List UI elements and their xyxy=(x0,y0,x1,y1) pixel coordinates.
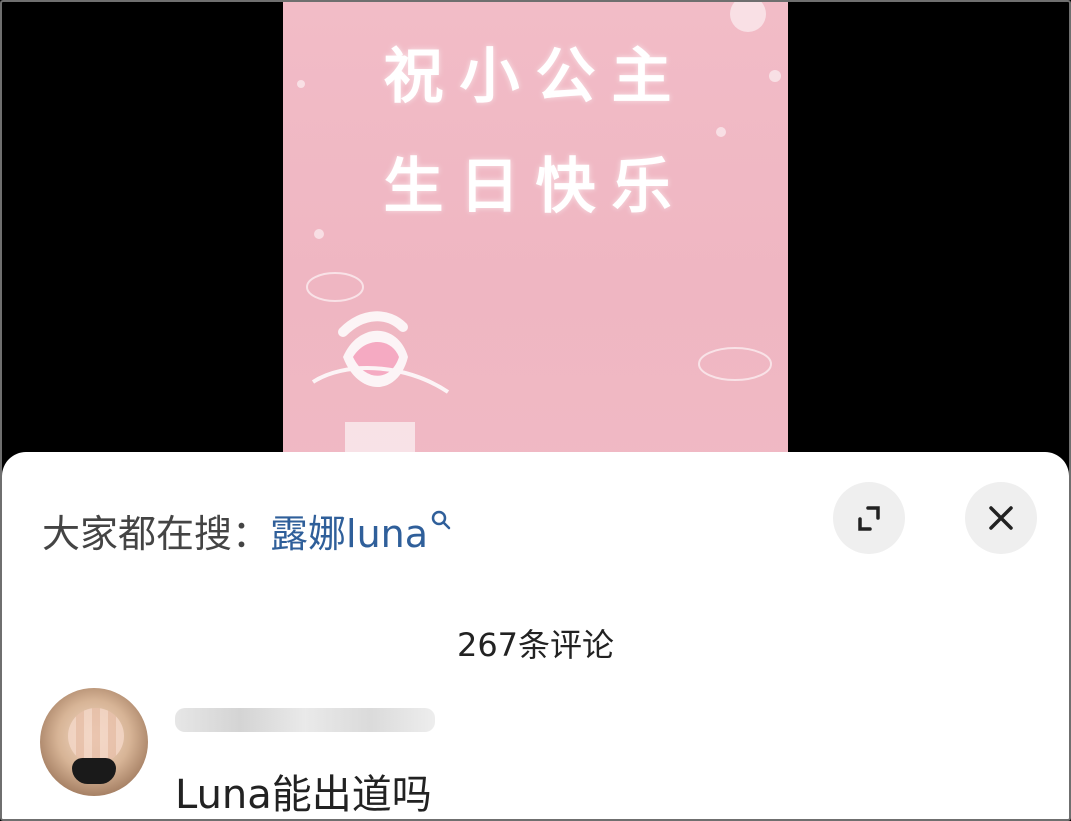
trending-search[interactable]: 大家都在搜：露娜luna xyxy=(42,496,452,558)
trending-prefix: 大家都在搜： xyxy=(42,512,271,556)
comment-text: Luna能出道吗 xyxy=(175,772,432,818)
avatar-mask xyxy=(72,758,116,784)
avatar-blur xyxy=(68,708,124,764)
close-icon xyxy=(989,506,1013,530)
trending-term-link[interactable]: 露娜luna xyxy=(270,512,428,556)
expand-icon xyxy=(858,506,880,531)
comment-count: 267条评论 xyxy=(456,626,615,664)
username-blurred[interactable] xyxy=(175,708,435,732)
avatar[interactable] xyxy=(40,688,148,796)
expand-button[interactable] xyxy=(833,482,905,554)
search-icon[interactable] xyxy=(430,496,452,530)
close-button[interactable] xyxy=(965,482,1037,554)
video-frame: 祝小公主 生日快乐 xyxy=(283,2,788,472)
video-overlay-line1: 祝小公主 xyxy=(383,42,688,112)
video-overlay-line2: 生日快乐 xyxy=(383,152,688,222)
video-player[interactable]: 祝小公主 生日快乐 xyxy=(2,2,1069,472)
